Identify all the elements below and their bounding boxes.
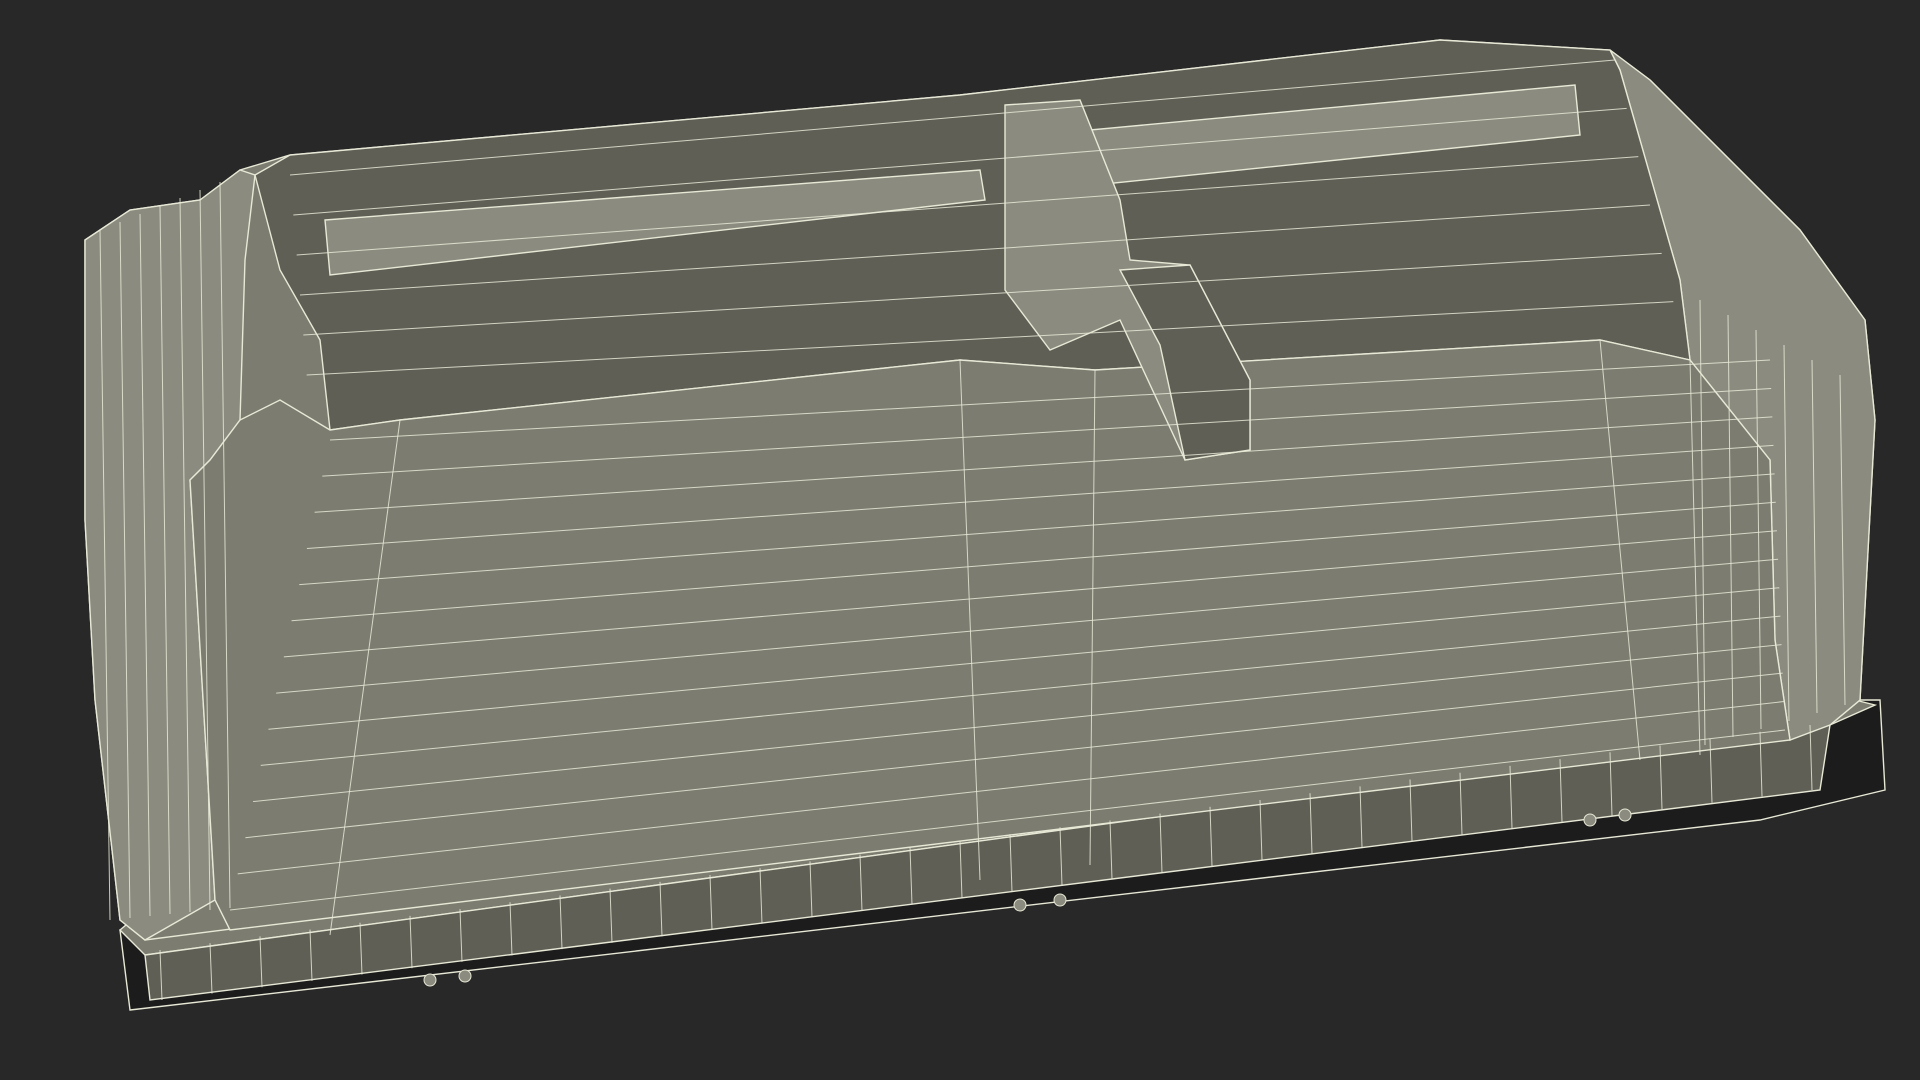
render-viewport [0,0,1920,1080]
screw-head [1618,808,1632,822]
screw-head [1583,813,1597,827]
wireframe-model [84,39,1886,1011]
screw-head [458,969,472,983]
screw-head [1013,898,1027,912]
screw-head [1053,893,1067,907]
screw-head [423,973,437,987]
